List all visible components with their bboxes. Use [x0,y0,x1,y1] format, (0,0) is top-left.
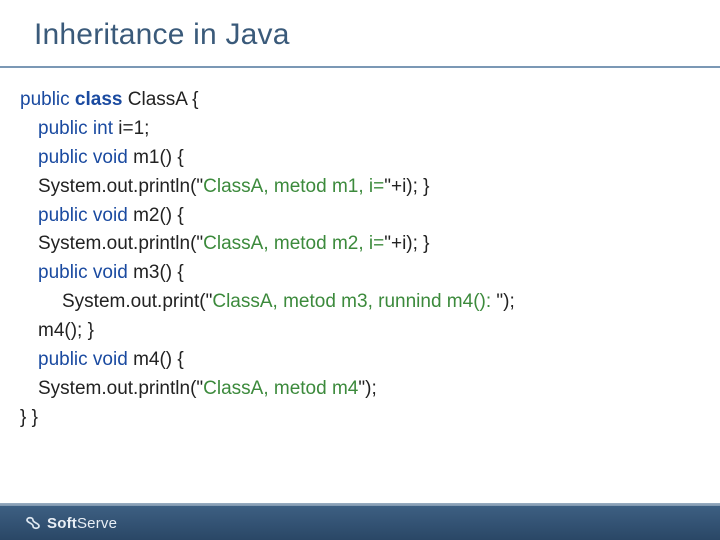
code-text: System.out.println(" [38,233,203,254]
code-line: public void m1() { [20,144,720,173]
code-line: System.out.println("ClassA, metod m4"); [20,375,720,404]
slide: Inheritance in Java public class ClassA … [0,0,720,540]
keyword: class [75,89,128,110]
brand-part: Soft [47,515,77,532]
code-line: public class ClassA { [20,86,720,115]
code-text: "); [496,291,514,312]
code-text: } } [20,407,38,428]
string-literal: ClassA, metod m2, i= [203,233,384,254]
keyword: public void [38,205,133,226]
code-text: m4() { [133,349,184,370]
code-line: public int i=1; [20,115,720,144]
code-text: i=1; [118,118,149,139]
code-text: "); [358,378,376,399]
footer-bar: SoftServe [0,506,720,540]
brand-logo: SoftServe [24,514,117,532]
keyword: public void [38,349,133,370]
code-text: m2() { [133,205,184,226]
code-text: ClassA { [128,89,199,110]
code-text: System.out.print(" [62,291,212,312]
code-line: public void m2() { [20,202,720,231]
keyword: public int [38,118,118,139]
code-text: m1() { [133,147,184,168]
string-literal: ClassA, metod m1, i= [203,176,384,197]
code-line: System.out.println("ClassA, metod m1, i=… [20,173,720,202]
code-text: m4(); } [38,320,94,341]
softserve-icon [24,514,42,532]
code-line: System.out.println("ClassA, metod m2, i=… [20,230,720,259]
code-text: System.out.println(" [38,378,203,399]
slide-title: Inheritance in Java [34,18,720,52]
keyword: public [20,89,75,110]
string-literal: ClassA, metod m4 [203,378,358,399]
string-literal: ClassA, metod m3, runnind m4(): [212,291,496,312]
code-line: System.out.print("ClassA, metod m3, runn… [20,288,720,317]
code-line: public void m4() { [20,346,720,375]
code-line: } } [20,404,720,433]
code-block: public class ClassA { public int i=1; pu… [0,68,720,433]
code-text: "+i); } [384,176,429,197]
title-area: Inheritance in Java [0,0,720,60]
code-text: System.out.println(" [38,176,203,197]
brand-part: Serve [77,515,117,532]
brand-name: SoftServe [47,515,117,532]
code-text: "+i); } [384,233,429,254]
code-text: m3() { [133,262,184,283]
code-line: public void m3() { [20,259,720,288]
code-line: m4(); } [20,317,720,346]
keyword: public void [38,147,133,168]
keyword: public void [38,262,133,283]
